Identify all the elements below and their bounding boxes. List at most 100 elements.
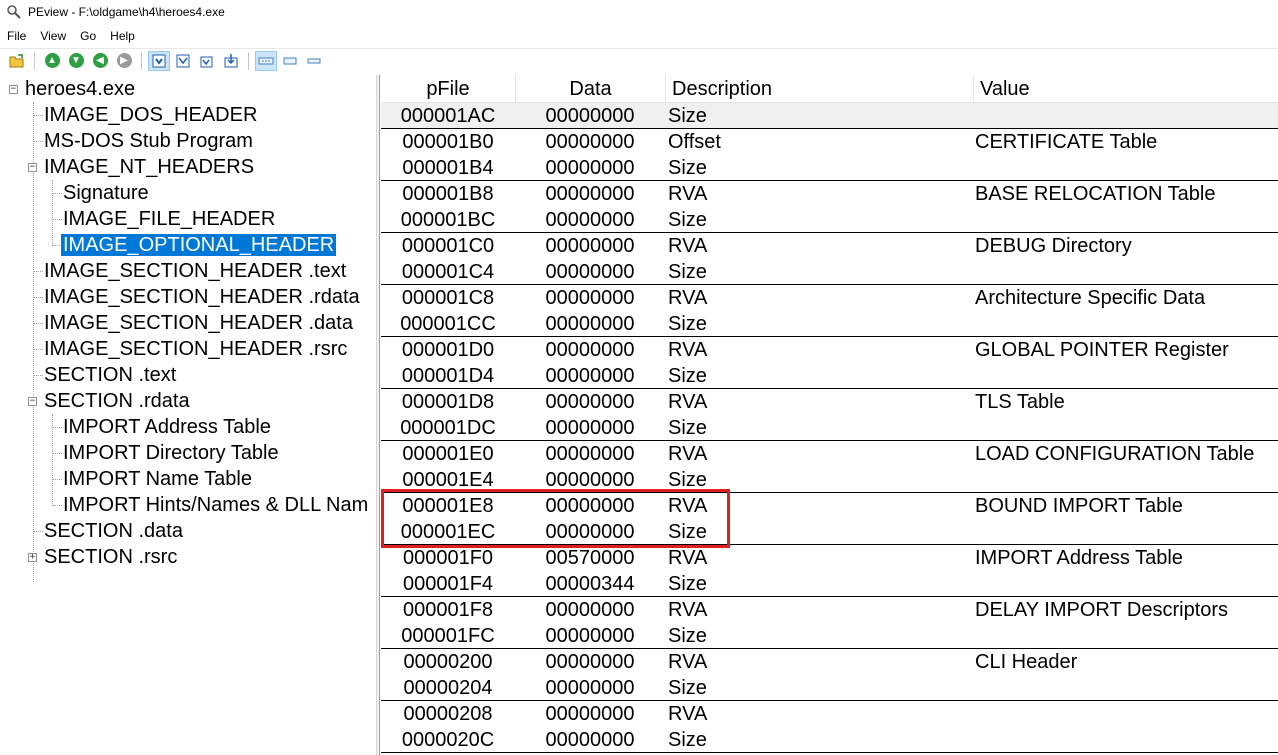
view-small-button[interactable]	[279, 51, 301, 71]
toolbar-separator	[34, 51, 35, 70]
table-row[interactable]: 00000208 00000000 RVA	[381, 701, 1278, 727]
go-back-button[interactable]: ◀	[89, 51, 111, 71]
value-cell	[973, 363, 1278, 388]
tree-item[interactable]: IMAGE_SECTION_HEADER .rsrc	[42, 336, 349, 362]
pfile-cell: 000001BC	[400, 209, 496, 231]
tree-item[interactable]: Signature	[61, 180, 151, 206]
description-cell: RVA	[668, 495, 708, 517]
table-row[interactable]: 000001C0 00000000 RVA DEBUG Directory	[381, 233, 1278, 259]
tree-item-selected[interactable]: IMAGE_OPTIONAL_HEADER	[59, 232, 338, 258]
data-cell: 00000000	[545, 131, 635, 153]
go-top-button[interactable]: ▲	[41, 51, 63, 71]
pfile-cell: 0000020C	[401, 729, 495, 751]
expand-toggle-icon[interactable]: +	[28, 553, 37, 562]
table-row[interactable]: 000001C8 00000000 RVA Architecture Specific…	[381, 285, 1278, 311]
table-row[interactable]: 000001B8 00000000 RVA BASE RELOCATION Table	[381, 181, 1278, 207]
menu-file[interactable]: File	[0, 26, 33, 46]
description-cell: Size	[668, 209, 707, 231]
open-file-button[interactable]	[6, 51, 28, 71]
collapse-toggle-icon[interactable]: −	[28, 397, 37, 406]
table-row[interactable]: 000001BC 00000000 Size	[381, 207, 1278, 233]
table-row[interactable]: 000001CC 00000000 Size	[381, 311, 1278, 337]
view-byte-button[interactable]	[148, 50, 170, 71]
table-row[interactable]: 00000200 00000000 RVA CLI Header	[381, 649, 1278, 675]
data-cell: 00000000	[545, 521, 635, 543]
tree-item[interactable]: SECTION .rsrc	[42, 544, 179, 570]
tree-item[interactable]: IMAGE_DOS_HEADER	[42, 102, 259, 128]
table-row[interactable]: 000001AC 00000000 Size	[381, 103, 1278, 129]
structure-tree[interactable]: − − − + heroes4.exe IMAGE_DOS_HEADER MS-…	[0, 75, 376, 755]
menu-help[interactable]: Help	[103, 26, 142, 46]
value-cell: CERTIFICATE Table	[975, 131, 1158, 153]
table-row[interactable]: 000001FC 00000000 Size	[381, 623, 1278, 649]
table-row[interactable]: 000001D0 00000000 RVA GLOBAL POINTER Regist…	[381, 337, 1278, 363]
tree-item[interactable]: IMPORT Address Table	[61, 414, 273, 440]
table-row[interactable]: 000001E8 00000000 RVA BOUND IMPORT Table	[381, 493, 1278, 519]
pfile-cell: 000001B8	[402, 183, 494, 205]
table-row[interactable]: 000001DC 00000000 Size	[381, 415, 1278, 441]
table-row[interactable]: 000001E4 00000000 Size	[381, 467, 1278, 493]
panel-splitter[interactable]	[376, 75, 380, 755]
tree-item[interactable]: SECTION .rdata	[42, 388, 192, 414]
view-qword-button[interactable]	[220, 51, 242, 71]
table-row[interactable]: 000001D8 00000000 RVA TLS Table	[381, 389, 1278, 415]
view-dword-button[interactable]	[196, 51, 218, 71]
view-wide-button[interactable]	[303, 51, 325, 71]
pfile-cell: 000001B4	[402, 157, 494, 179]
data-cell: 00000000	[545, 469, 635, 491]
table-row[interactable]: 000001D4 00000000 Size	[381, 363, 1278, 389]
tree-connector-line	[33, 102, 34, 582]
view-word-button[interactable]	[172, 51, 194, 71]
tree-item[interactable]: IMAGE_FILE_HEADER	[61, 206, 277, 232]
tree-item-label: IMAGE_SECTION_HEADER .rsrc	[44, 338, 348, 360]
tree-item[interactable]: IMAGE_SECTION_HEADER .text	[42, 258, 348, 284]
menu-view[interactable]: View	[33, 26, 73, 46]
table-row[interactable]: 00000204 00000000 Size	[381, 675, 1278, 701]
table-row[interactable]: 000001EC 00000000 Size	[381, 519, 1278, 545]
menu-go[interactable]: Go	[73, 26, 103, 46]
tree-item[interactable]: IMAGE_NT_HEADERS	[42, 154, 256, 180]
details-list[interactable]: pFile Data Description Value 000001AC 000…	[381, 75, 1278, 755]
description-cell: RVA	[668, 547, 708, 569]
table-row[interactable]: 000001B0 00000000 Offset CERTIFICATE Table	[381, 129, 1278, 155]
value-cell: BASE RELOCATION Table	[975, 183, 1216, 205]
tree-item[interactable]: IMAGE_SECTION_HEADER .rdata	[42, 284, 362, 310]
description-cell: RVA	[668, 599, 708, 621]
column-header-data[interactable]: Data	[516, 75, 666, 103]
data-cell: 00570000	[545, 547, 635, 569]
column-header-pfile[interactable]: pFile	[381, 75, 516, 103]
tree-item[interactable]: IMPORT Directory Table	[61, 440, 281, 466]
description-cell: RVA	[668, 287, 708, 309]
column-header-description[interactable]: Description	[666, 75, 974, 103]
table-row[interactable]: 000001C4 00000000 Size	[381, 259, 1278, 285]
tree-item[interactable]: SECTION .text	[42, 362, 178, 388]
pfile-cell: 000001DC	[400, 417, 496, 439]
tree-item-root[interactable]: heroes4.exe	[23, 76, 137, 102]
tree-item[interactable]: IMPORT Name Table	[61, 466, 254, 492]
value-cell: IMPORT Address Table	[975, 547, 1183, 569]
table-row[interactable]: 000001E0 00000000 RVA LOAD CONFIGURATION Ta…	[381, 441, 1278, 467]
tree-item-label: SECTION .text	[44, 364, 177, 386]
tree-item[interactable]: SECTION .data	[42, 518, 185, 544]
tree-item-label: IMAGE_OPTIONAL_HEADER	[59, 233, 338, 257]
tree-item[interactable]: IMAGE_SECTION_HEADER .data	[42, 310, 355, 336]
collapse-toggle-icon[interactable]: −	[28, 163, 37, 172]
view-details-button[interactable]	[255, 50, 277, 71]
data-cell: 00000000	[545, 313, 635, 335]
value-cell: DEBUG Directory	[975, 235, 1132, 257]
pfile-cell: 000001EC	[400, 521, 496, 543]
description-cell: RVA	[668, 443, 708, 465]
table-row[interactable]: 0000020C 00000000 Size	[381, 727, 1278, 753]
tree-item[interactable]: MS-DOS Stub Program	[42, 128, 255, 154]
go-forward-button[interactable]: ▶	[113, 51, 135, 71]
go-bottom-button[interactable]: ▼	[65, 51, 87, 71]
tree-item-label: IMPORT Directory Table	[63, 442, 279, 464]
description-cell: Size	[668, 677, 707, 699]
table-row[interactable]: 000001F0 00570000 RVA IMPORT Address Table	[381, 545, 1278, 571]
table-row[interactable]: 000001B4 00000000 Size	[381, 155, 1278, 181]
table-row[interactable]: 000001F8 00000000 RVA DELAY IMPORT Descript…	[381, 597, 1278, 623]
column-header-value[interactable]: Value	[974, 75, 1278, 103]
collapse-toggle-icon[interactable]: −	[9, 85, 18, 94]
tree-item[interactable]: IMPORT Hints/Names & DLL Nam	[61, 492, 370, 518]
table-row[interactable]: 000001F4 00000344 Size	[381, 571, 1278, 597]
